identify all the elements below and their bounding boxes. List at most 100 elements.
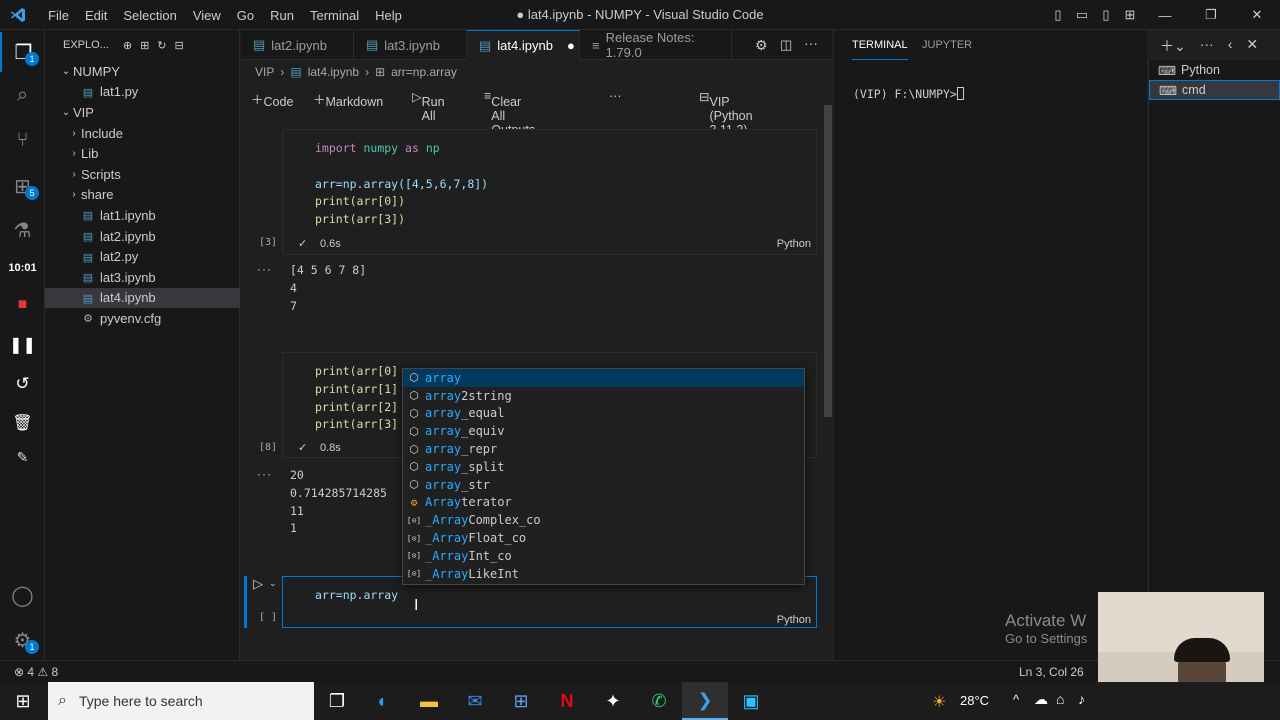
maximize-button[interactable]: ❐ (1188, 7, 1234, 23)
tab-jupyter[interactable]: JUPYTER (922, 30, 972, 60)
tree-item[interactable]: ▤ lat1.ipynb (45, 205, 240, 226)
add-code-button[interactable]: ＋ Code (251, 89, 293, 109)
run-all-button[interactable]: ▷ Run All (412, 89, 445, 123)
store-icon[interactable]: ⊞ (498, 682, 544, 720)
suggestion-item[interactable]: ⬡ array _split (403, 458, 804, 476)
menu-help[interactable]: Help (367, 8, 410, 23)
cell-2-code[interactable]: print(arr[0] print(arr[1] print(arr[2] p… (315, 363, 398, 434)
menu-selection[interactable]: Selection (115, 8, 184, 23)
tree-item[interactable]: › Scripts (45, 164, 240, 185)
search-icon[interactable]: ⌕ (0, 75, 45, 115)
tree-item[interactable]: ▤ lat1.py (45, 82, 240, 103)
menu-terminal[interactable]: Terminal (302, 8, 367, 23)
task-view-icon[interactable]: ❐ (314, 682, 360, 720)
tree-item[interactable]: ⌄ VIP (45, 102, 240, 123)
tree-item[interactable]: ⚙ pyvenv.cfg (45, 308, 240, 329)
recorder-icon[interactable]: ▣ (728, 682, 774, 720)
tab-lat3[interactable]: ▤ lat3.ipynb (354, 30, 467, 60)
tray-chevron-icon[interactable]: ^ (1013, 692, 1019, 707)
restart-icon[interactable]: ↺ (0, 364, 45, 404)
whatsapp-icon[interactable]: ✆ (636, 682, 682, 720)
collapse-all-icon[interactable]: ⊟ (175, 39, 184, 52)
extensions-icon[interactable]: ⊞ 5 (0, 166, 45, 206)
tab-lat4[interactable]: ▤ lat4.ipynb ● (467, 30, 580, 60)
menu-view[interactable]: View (185, 8, 229, 23)
tree-item[interactable]: › Lib (45, 143, 240, 164)
terminal-item-python[interactable]: ⌨ Python (1149, 60, 1280, 80)
terminal-output[interactable]: (VIP) F:\NUMPY> (853, 87, 964, 101)
cursor-position[interactable]: Ln 3, Col 26 (1019, 665, 1084, 679)
cell-3-language[interactable]: Python (777, 614, 811, 626)
network-icon[interactable]: ⌂ (1056, 691, 1064, 707)
microphone-icon[interactable]: ♪ (1078, 691, 1085, 707)
tree-item[interactable]: ▤ lat4.ipynb (45, 287, 240, 309)
refresh-icon[interactable]: ↻ (157, 39, 166, 52)
more-actions-icon[interactable]: ··· (804, 35, 818, 51)
cell-1-code[interactable]: import numpy as np arr=np.array([4,5,6,7… (315, 140, 488, 229)
gear-icon[interactable]: ⚙ (755, 37, 768, 54)
tab-release-notes[interactable]: ≡ Release Notes: 1.79.0 (580, 30, 732, 60)
new-terminal-icon[interactable]: ＋⌄ (1160, 36, 1186, 56)
more-icon[interactable]: ··· (1200, 36, 1214, 56)
breadcrumb-cell[interactable]: arr=np.array (391, 65, 457, 79)
layout-icon[interactable]: ⊞ (1118, 7, 1142, 23)
menu-edit[interactable]: Edit (77, 8, 115, 23)
cell-1-language[interactable]: Python (777, 238, 811, 250)
suggestion-item[interactable]: ⬡ array _equiv (403, 422, 804, 440)
tab-terminal[interactable]: TERMINAL (852, 30, 908, 60)
minimize-button[interactable]: — (1142, 8, 1188, 23)
clear-outputs-button[interactable]: ≡ Clear All Outputs (484, 89, 535, 137)
settings-gear-icon[interactable]: ⚙ 1 (0, 620, 45, 660)
tree-item[interactable]: › Include (45, 123, 240, 144)
tree-item[interactable]: ⌄ NUMPY (45, 61, 240, 82)
cloud-icon[interactable]: ☁ (1034, 691, 1048, 708)
mail-icon[interactable]: ✉ (452, 682, 498, 720)
tree-item[interactable]: › share (45, 185, 240, 206)
toggle-secondary-icon[interactable]: ▯ (1094, 7, 1118, 23)
kernel-picker[interactable]: ⊟ VIP (Python 3.11.3) (699, 89, 753, 137)
weather-temp[interactable]: 28°C (960, 693, 989, 708)
vscode-taskbar-icon[interactable]: ❯ (682, 682, 728, 720)
suggestion-item[interactable]: ⬡ array _repr (403, 440, 804, 458)
testing-icon[interactable]: ⚗ (0, 210, 45, 250)
suggestion-item[interactable]: [⊙] _Array Complex_co (403, 511, 804, 529)
suggestion-item[interactable]: [⊙] _Array Float_co (403, 529, 804, 547)
suggestion-item[interactable]: [⊙] _Array LikeInt (403, 565, 804, 583)
breadcrumb-file[interactable]: lat4.ipynb (308, 65, 359, 79)
code-cell-1[interactable]: import numpy as np arr=np.array([4,5,6,7… (282, 129, 817, 255)
problems-indicator[interactable]: ⊗ 4 ⚠ 8 (14, 665, 58, 679)
output-more-icon[interactable]: ··· (257, 262, 272, 276)
record-stop-icon[interactable]: ■ (0, 285, 45, 325)
menu-file[interactable]: File (40, 8, 77, 23)
suggestion-item[interactable]: ⬡ array (403, 369, 804, 387)
explorer-icon[interactable]: ❐ 1 (0, 32, 45, 72)
netflix-icon[interactable]: N (544, 682, 590, 720)
suggestion-item[interactable]: ⬡ array _str (403, 476, 804, 494)
tree-item[interactable]: ▤ lat2.py (45, 246, 240, 267)
unsaved-dot-icon[interactable]: ● (567, 38, 575, 53)
suggestion-item[interactable]: ⚙ Array terator (403, 494, 804, 512)
draw-icon[interactable]: ✎ (0, 437, 45, 477)
run-cell-icon[interactable]: ▷ (253, 576, 263, 592)
toggle-sidebar-icon[interactable]: ▯ (1046, 7, 1070, 23)
more-icon[interactable]: ··· (609, 89, 622, 103)
new-file-icon[interactable]: ⊕ (123, 39, 132, 52)
close-panel-icon[interactable]: ✕ (1246, 36, 1258, 56)
photos-icon[interactable]: ✦ (590, 682, 636, 720)
output-more-icon[interactable]: ··· (257, 467, 272, 481)
tree-item[interactable]: ▤ lat3.ipynb (45, 267, 240, 288)
tab-lat2[interactable]: ▤ lat2.ipynb (241, 30, 354, 60)
edge-icon[interactable]: ◐ (360, 682, 406, 720)
new-folder-icon[interactable]: ⊞ (140, 39, 149, 52)
suggestion-item[interactable]: ⬡ array _equal (403, 405, 804, 423)
suggestion-item[interactable]: [⊙] _Array Int_co (403, 547, 804, 565)
add-markdown-button[interactable]: ＋ Markdown (313, 89, 383, 109)
terminal-item-cmd[interactable]: ⌨ cmd (1149, 80, 1280, 100)
chevron-left-icon[interactable]: ‹ (1228, 36, 1233, 56)
toggle-panel-icon[interactable]: ▭ (1070, 7, 1094, 23)
file-explorer-icon[interactable]: ▬ (406, 682, 452, 720)
tree-item[interactable]: ▤ lat2.ipynb (45, 226, 240, 247)
windows-start-icon[interactable]: ⊞ (0, 682, 46, 720)
cell-3-code[interactable]: arr=np.array (315, 587, 398, 605)
menu-run[interactable]: Run (262, 8, 302, 23)
